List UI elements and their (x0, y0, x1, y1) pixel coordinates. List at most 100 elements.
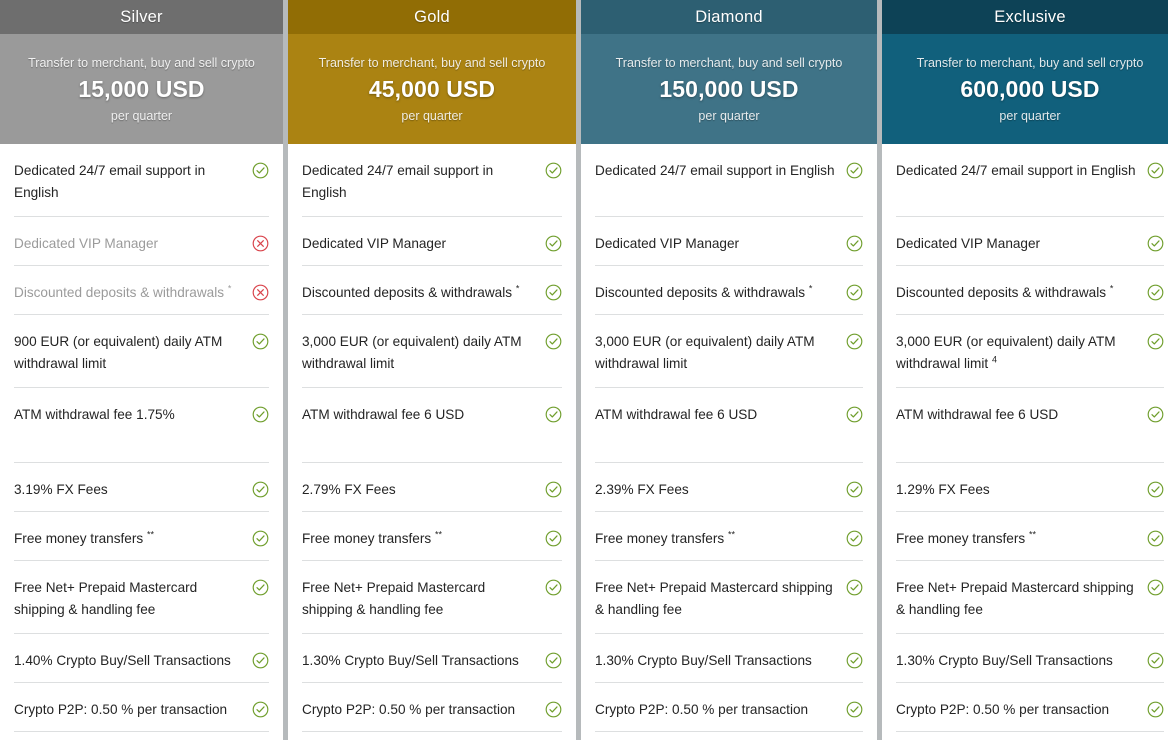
feature-label: 3,000 EUR (or equivalent) daily ATM with… (595, 334, 815, 372)
feature-row: Dedicated VIP Manager (302, 217, 562, 266)
check-circle-icon (1147, 701, 1164, 718)
check-circle-icon (252, 481, 269, 498)
feature-label: Crypto P2P: 0.50 % per transaction (595, 702, 809, 717)
tier-price-panel-exclusive: Transfer to merchant, buy and sell crypt… (882, 34, 1168, 144)
feature-label: Dedicated 24/7 email support in English (302, 163, 494, 201)
feature-label: 3,000 EUR (or equivalent) daily ATM with… (302, 334, 522, 372)
feature-row: Crypto P2P: 0.50 % per transaction (14, 683, 269, 732)
check-circle-icon (545, 579, 562, 596)
feature-row: 1.30% Crypto Buy/Sell Transactions (595, 634, 863, 683)
footnote-marker: * (1109, 283, 1114, 294)
footnote-marker: * (227, 283, 232, 294)
feature-label: 3,000 EUR (or equivalent) daily ATM with… (896, 334, 1116, 372)
feature-row: Dedicated VIP Manager (14, 217, 269, 266)
footnote-marker: ** (1028, 529, 1036, 540)
x-circle-icon (252, 284, 269, 301)
check-circle-icon (545, 333, 562, 350)
feature-label: Discounted deposits & withdrawals * (14, 283, 232, 300)
footnote-marker: * (515, 283, 520, 294)
feature-row: Free Net+ Prepaid Mastercard shipping & … (302, 561, 562, 634)
feature-row: ATM withdrawal fee 6 USD (896, 388, 1164, 463)
feature-row: Free money transfers ** (595, 512, 863, 561)
feature-row: Discounted deposits & withdrawals * (14, 266, 269, 315)
feature-row: Free Net+ Prepaid Mastercard shipping & … (896, 561, 1164, 634)
feature-label: Dedicated 24/7 email support in English (595, 163, 835, 178)
feature-label: Free money transfers ** (595, 529, 735, 546)
tier-name: Silver (120, 7, 163, 26)
price-period: per quarter (401, 108, 463, 123)
feature-label: Crypto P2P: 0.50 % per transaction (14, 702, 228, 717)
feature-list-silver: Dedicated 24/7 email support in English D… (0, 144, 283, 740)
check-circle-icon (846, 333, 863, 350)
feature-label: ATM withdrawal fee 6 USD (896, 407, 1059, 422)
feature-label: Dedicated VIP Manager (595, 236, 740, 251)
feature-label: Crypto P2P: 0.50 % per transaction (896, 702, 1110, 717)
feature-row: Dedicated 24/7 email support in English (896, 144, 1164, 217)
price-period: per quarter (110, 108, 173, 123)
feature-label: 900 EUR (or equivalent) daily ATM withdr… (14, 334, 223, 372)
check-circle-icon (252, 579, 269, 596)
tier-name: Gold (414, 7, 450, 26)
check-circle-icon (545, 235, 562, 252)
feature-row: 900 EUR (or equivalent) daily ATM withdr… (14, 315, 269, 388)
check-circle-icon (846, 481, 863, 498)
tier-name: Diamond (695, 7, 763, 26)
feature-row: 3,000 EUR (or equivalent) daily ATM with… (595, 315, 863, 388)
feature-row: 1.40% Crypto Buy/Sell Transactions (14, 634, 269, 683)
price-period: per quarter (999, 108, 1061, 123)
footnote-marker: ** (434, 529, 442, 540)
check-circle-icon (252, 406, 269, 423)
feature-row: Discounted deposits & withdrawals * (302, 266, 562, 315)
feature-row: Dedicated VIP Manager (595, 217, 863, 266)
feature-list-diamond: Dedicated 24/7 email support in English D… (581, 144, 877, 740)
check-circle-icon (1147, 530, 1164, 547)
feature-list-gold: Dedicated 24/7 email support in English D… (288, 144, 576, 740)
feature-row: Free money transfers ** (302, 512, 562, 561)
check-circle-icon (1147, 162, 1164, 179)
check-circle-icon (846, 530, 863, 547)
price-amount: 150,000 USD (659, 75, 799, 102)
check-circle-icon (1147, 406, 1164, 423)
check-circle-icon (1147, 652, 1164, 669)
price-caption: Transfer to merchant, buy and sell crypt… (318, 55, 546, 70)
feature-label: 2.79% FX Fees (302, 482, 396, 497)
price-amount: 45,000 USD (368, 75, 496, 102)
check-circle-icon (846, 652, 863, 669)
column-footer-spacer (595, 732, 863, 740)
tier-column-exclusive: Exclusive Transfer to merchant, buy and s… (882, 0, 1168, 740)
feature-label: Discounted deposits & withdrawals * (302, 283, 520, 300)
x-circle-icon (252, 235, 269, 252)
check-circle-icon (846, 284, 863, 301)
feature-row: Dedicated VIP Manager (896, 217, 1164, 266)
check-circle-icon (1147, 284, 1164, 301)
feature-label: Free Net+ Prepaid Mastercard shipping & … (302, 580, 486, 618)
feature-row: 2.39% FX Fees (595, 463, 863, 512)
check-circle-icon (545, 162, 562, 179)
feature-label: 1.40% Crypto Buy/Sell Transactions (14, 653, 231, 668)
feature-row: 3,000 EUR (or equivalent) daily ATM with… (896, 315, 1164, 388)
feature-label: Dedicated 24/7 email support in English (896, 163, 1136, 178)
feature-label: Crypto P2P: 0.50 % per transaction (302, 702, 516, 717)
price-caption: Transfer to merchant, buy and sell crypt… (615, 55, 843, 70)
column-footer-spacer (896, 732, 1164, 740)
tier-name: Exclusive (994, 7, 1066, 26)
check-circle-icon (252, 701, 269, 718)
footnote-marker: 4 (991, 354, 997, 365)
check-circle-icon (846, 579, 863, 596)
feature-row: Crypto P2P: 0.50 % per transaction (896, 683, 1164, 732)
feature-row: ATM withdrawal fee 6 USD (595, 388, 863, 463)
check-circle-icon (846, 162, 863, 179)
price-period: per quarter (698, 108, 760, 123)
feature-row: 2.79% FX Fees (302, 463, 562, 512)
feature-label: 3.19% FX Fees (14, 482, 108, 497)
tier-header-silver: Silver (0, 0, 283, 34)
check-circle-icon (545, 701, 562, 718)
feature-row: Free Net+ Prepaid Mastercard shipping & … (595, 561, 863, 634)
feature-row: 1.30% Crypto Buy/Sell Transactions (896, 634, 1164, 683)
feature-row: Discounted deposits & withdrawals * (896, 266, 1164, 315)
check-circle-icon (1147, 235, 1164, 252)
feature-row: Crypto P2P: 0.50 % per transaction (595, 683, 863, 732)
tier-column-diamond: Diamond Transfer to merchant, buy and sel… (581, 0, 877, 740)
feature-row: Dedicated 24/7 email support in English (14, 144, 269, 217)
feature-label: Free money transfers ** (896, 529, 1036, 546)
